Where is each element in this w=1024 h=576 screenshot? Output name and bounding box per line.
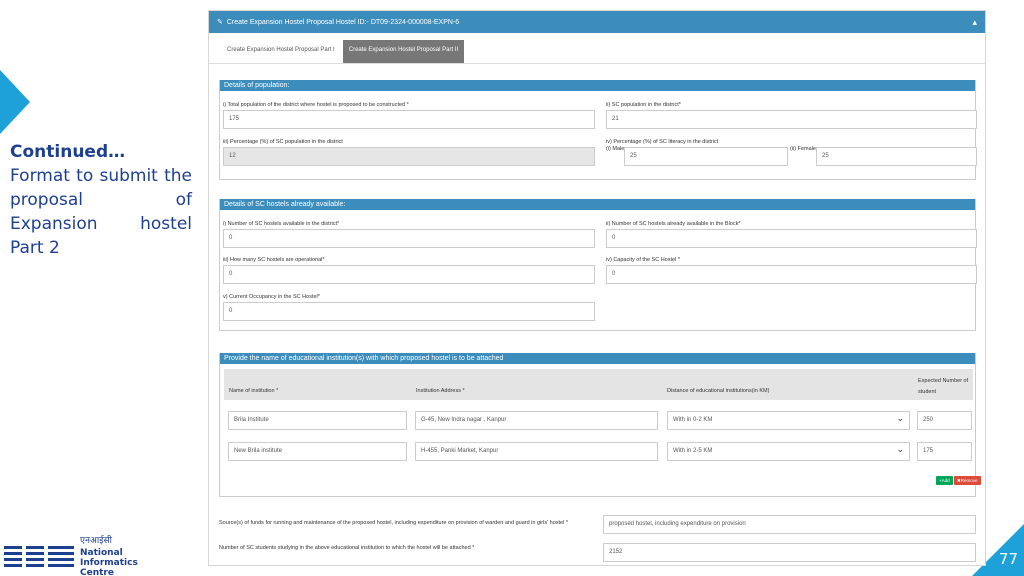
sc-literacy-label: iv) Percentage (%) of SC literacy in the… — [606, 139, 719, 145]
female-label: (ii) Female — [790, 146, 816, 152]
edit-icon: ✎ — [217, 19, 223, 26]
logo-line-3: Centre — [80, 568, 114, 576]
sc-percentage-input: 12 — [223, 147, 595, 166]
hostel-capacity-input[interactable]: 0 — [606, 265, 977, 284]
hostels-block-input[interactable]: 0 — [606, 229, 977, 248]
tab-part-2[interactable]: Create Expansion Hostel Proposal Part II — [342, 40, 465, 63]
expected-students-input[interactable]: 250 — [917, 411, 972, 430]
institution-address-input[interactable]: H-455, Panki Market, Kanpur — [415, 442, 658, 461]
slide-caption: Continued… Format to submit the proposal… — [10, 142, 192, 260]
institutions-section: Provide the name of educational institut… — [219, 353, 981, 497]
sc-students-input[interactable]: 2152 — [603, 543, 976, 562]
population-heading: Details of population: — [220, 80, 975, 91]
app-window: ✎ Create Expansion Hostel Proposal Hoste… — [208, 10, 986, 566]
collapse-icon[interactable]: ▴ — [972, 17, 977, 28]
hostel-occupancy-label: v) Current Occupancy in the SC Hostel* — [223, 294, 320, 300]
expected-students-input[interactable]: 175 — [917, 442, 972, 461]
proposal-header-title: Create Expansion Hostel Proposal Hostel … — [226, 18, 460, 26]
caption-body: Format to submit the proposal of Expansi… — [10, 166, 192, 258]
male-literacy-input[interactable]: 25 — [624, 147, 788, 166]
funds-source-input[interactable]: proposed hostel, including expenditure o… — [603, 515, 976, 534]
hostels-district-input[interactable]: 0 — [223, 229, 595, 248]
institution-address-input[interactable]: G-45, New Indra nagar , Kanpur — [415, 411, 658, 430]
hostels-district-label: i) Number of SC hostels available in the… — [223, 221, 340, 227]
caption-title: Continued… — [10, 142, 126, 162]
proposal-header: ✎ Create Expansion Hostel Proposal Hoste… — [209, 11, 985, 33]
population-section: Details of population: i) Total populati… — [219, 80, 977, 180]
hostel-occupancy-input[interactable]: 0 — [223, 302, 595, 321]
funds-source-label: Source(s) of funds for running and maint… — [219, 520, 568, 526]
sc-hostels-section: Details of SC hostels already available:… — [219, 199, 977, 331]
page-number: 77 — [998, 550, 1018, 568]
female-literacy-input[interactable]: 25 — [816, 147, 977, 166]
hostels-block-label: ii) Number of SC hostels already availab… — [606, 221, 741, 227]
add-row-button[interactable]: +Add — [936, 476, 953, 485]
total-population-input[interactable]: 175 — [223, 110, 595, 129]
logo-line-1: National — [80, 548, 123, 558]
sc-hostels-heading: Details of SC hostels already available: — [220, 199, 975, 210]
logo-line-2: Informatics — [80, 558, 138, 568]
col-institution-name: Name of institution * — [229, 388, 279, 394]
nic-logo-mark-icon — [4, 542, 74, 572]
hostels-operational-label: iii) How many SC hostels are operational… — [223, 257, 325, 263]
institutions-table-header: Name of institution * Institution Addres… — [224, 369, 973, 400]
institution-name-input[interactable]: Brila Institute — [228, 411, 407, 430]
remove-row-button[interactable]: ✖Remove — [954, 476, 981, 485]
col-distance: Distance of educational institutions(in … — [667, 388, 770, 394]
col-expected-students: Expected Number of student — [918, 378, 969, 395]
distance-select[interactable]: With in 0-2 KM — [667, 411, 910, 430]
sc-percentage-label: iii) Percentage (%) of SC population in … — [223, 139, 343, 145]
sc-students-label: Number of SC students studying in the ab… — [219, 545, 475, 551]
total-population-label: i) Total population of the district wher… — [223, 102, 409, 108]
tab-part-1[interactable]: Create Expansion Hostel Proposal Part I — [221, 40, 341, 63]
nic-logo-text: एनआईसी National Informatics Centre — [80, 536, 138, 576]
slide-accent-left — [0, 70, 30, 134]
hostel-capacity-label: iv) Capacity of the SC Hostel * — [606, 257, 680, 263]
sc-population-label: ii) SC population in the district* — [606, 102, 681, 108]
institutions-heading: Provide the name of educational institut… — [220, 353, 975, 364]
nic-logo: एनआईसी National Informatics Centre — [4, 536, 138, 576]
male-label: (i) Male — [606, 146, 625, 152]
institution-name-input[interactable]: New Brila institute — [228, 442, 407, 461]
sc-population-input[interactable]: 21 — [606, 110, 977, 129]
hostels-operational-input[interactable]: 0 — [223, 265, 595, 284]
col-institution-address: Institution Address * — [416, 388, 465, 394]
distance-select[interactable]: With in 2-5 KM — [667, 442, 910, 461]
logo-hindi: एनआईसी — [80, 536, 113, 546]
proposal-tabs: Create Expansion Hostel Proposal Part I … — [209, 33, 985, 64]
